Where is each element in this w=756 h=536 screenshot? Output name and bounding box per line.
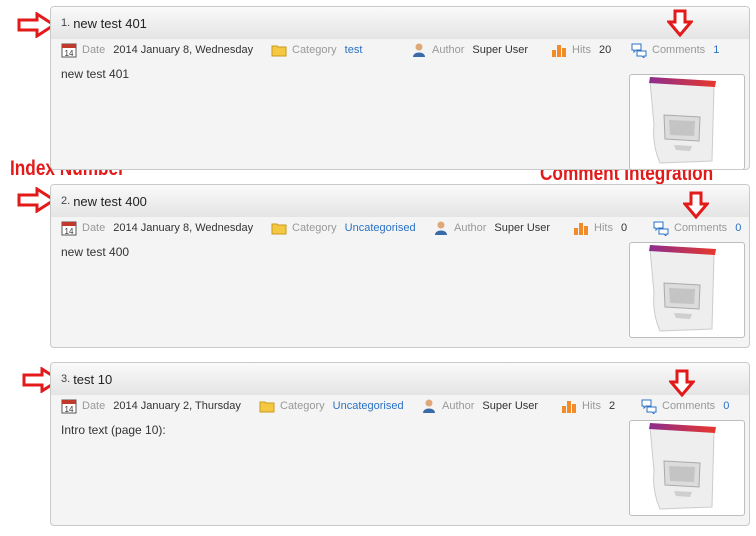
- svg-text:14: 14: [65, 227, 74, 236]
- index-number: 2.: [61, 195, 71, 207]
- article-title[interactable]: new test 400: [73, 194, 147, 209]
- folder-icon: [271, 223, 287, 235]
- hits-bar-icon: [552, 45, 566, 57]
- date-value: 2014 January 2, Thursday: [113, 400, 241, 412]
- meta-comments[interactable]: Comments 0: [641, 398, 729, 414]
- article-intro: new test 401: [61, 67, 130, 81]
- calendar-icon: 14: [61, 399, 77, 414]
- article-thumbnail[interactable]: [629, 74, 745, 169]
- hits-value: 20: [598, 44, 612, 56]
- computer-doc-icon: [649, 245, 716, 332]
- meta-author: Author Super User: [411, 42, 551, 58]
- comments-bubble-icon: [653, 221, 669, 236]
- down-arrow-icon: [667, 9, 693, 37]
- calendar-icon: 14: [61, 43, 77, 58]
- comments-label: Comments: [652, 44, 706, 56]
- author-value: Super User: [472, 44, 529, 56]
- calendar-icon: 14: [61, 221, 77, 236]
- comments-bubble-icon: [641, 399, 657, 414]
- article-card: 1. new test 401 14 Date 2014 January 8, …: [50, 6, 750, 170]
- computer-doc-icon: [649, 423, 716, 510]
- author-label: Author: [442, 400, 475, 412]
- hits-label: Hits: [582, 400, 601, 412]
- folder-icon: [259, 401, 275, 413]
- meta-date: 14 Date 2014 January 8, Wednesday: [61, 42, 271, 58]
- hits-value: 2: [608, 400, 616, 412]
- article-meta: 14 Date 2014 January 8, Wednesday Catego…: [51, 217, 749, 239]
- date-value: 2014 January 8, Wednesday: [113, 44, 254, 56]
- comments-count[interactable]: 0: [735, 222, 741, 234]
- article-meta: 14 Date 2014 January 8, Wednesday Catego…: [51, 39, 749, 61]
- article-header: 2. new test 400: [51, 185, 749, 217]
- comments-label: Comments: [674, 222, 728, 234]
- article-title[interactable]: test 10: [73, 372, 112, 387]
- meta-hits: Hits 2: [561, 398, 641, 414]
- meta-category: Category Uncategorised: [271, 220, 433, 236]
- category-label: Category: [280, 400, 325, 412]
- meta-date: 14 Date 2014 January 8, Wednesday: [61, 220, 271, 236]
- down-arrow-icon: [669, 369, 695, 397]
- meta-author: Author Super User: [421, 398, 561, 414]
- category-link[interactable]: Uncategorised: [345, 222, 416, 234]
- article-header: 1. new test 401: [51, 7, 749, 39]
- author-icon: [413, 43, 425, 57]
- category-label: Category: [292, 222, 337, 234]
- svg-text:14: 14: [65, 405, 74, 414]
- article-thumbnail[interactable]: [629, 420, 745, 516]
- article-title[interactable]: new test 401: [73, 16, 147, 31]
- meta-comments[interactable]: Comments 0: [653, 220, 741, 236]
- comments-label: Comments: [662, 400, 716, 412]
- author-label: Author: [454, 222, 487, 234]
- comments-count[interactable]: 1: [713, 44, 719, 56]
- hits-bar-icon: [574, 223, 588, 235]
- folder-icon: [271, 45, 287, 57]
- meta-hits: Hits 0: [573, 220, 653, 236]
- category-link[interactable]: Uncategorised: [333, 400, 404, 412]
- hits-bar-icon: [562, 401, 576, 413]
- author-value: Super User: [494, 222, 551, 234]
- article-intro: new test 400: [61, 245, 130, 259]
- hits-value: 0: [620, 222, 628, 234]
- author-icon: [423, 399, 435, 413]
- computer-doc-icon: [649, 77, 716, 164]
- index-number: 1.: [61, 17, 71, 29]
- article-intro: Intro text (page 10):: [61, 423, 166, 437]
- date-label: Date: [82, 222, 106, 234]
- meta-category: Category test: [271, 42, 411, 58]
- meta-hits: Hits 20: [551, 42, 631, 58]
- date-value: 2014 January 8, Wednesday: [113, 222, 254, 234]
- hits-label: Hits: [572, 44, 591, 56]
- meta-author: Author Super User: [433, 220, 573, 236]
- author-icon: [435, 221, 447, 235]
- article-thumbnail[interactable]: [629, 242, 745, 338]
- svg-text:14: 14: [65, 49, 74, 58]
- hits-label: Hits: [594, 222, 613, 234]
- author-label: Author: [432, 44, 465, 56]
- article-card: 3. test 10 14 Date 2014 January 2, Thurs…: [50, 362, 750, 526]
- meta-comments[interactable]: Comments 1: [631, 42, 719, 58]
- date-label: Date: [82, 400, 106, 412]
- article-meta: 14 Date 2014 January 2, Thursday Categor…: [51, 395, 749, 417]
- date-label: Date: [82, 44, 106, 56]
- author-value: Super User: [482, 400, 539, 412]
- article-card: 2. new test 400 14 Date 2014 January 8, …: [50, 184, 750, 348]
- article-header: 3. test 10: [51, 363, 749, 395]
- category-label: Category: [292, 44, 337, 56]
- comments-count[interactable]: 0: [723, 400, 729, 412]
- meta-category: Category Uncategorised: [259, 398, 421, 414]
- comments-bubble-icon: [631, 43, 647, 58]
- index-number: 3.: [61, 373, 71, 385]
- down-arrow-icon: [683, 191, 709, 219]
- category-link[interactable]: test: [345, 44, 363, 56]
- meta-date: 14 Date 2014 January 2, Thursday: [61, 398, 259, 414]
